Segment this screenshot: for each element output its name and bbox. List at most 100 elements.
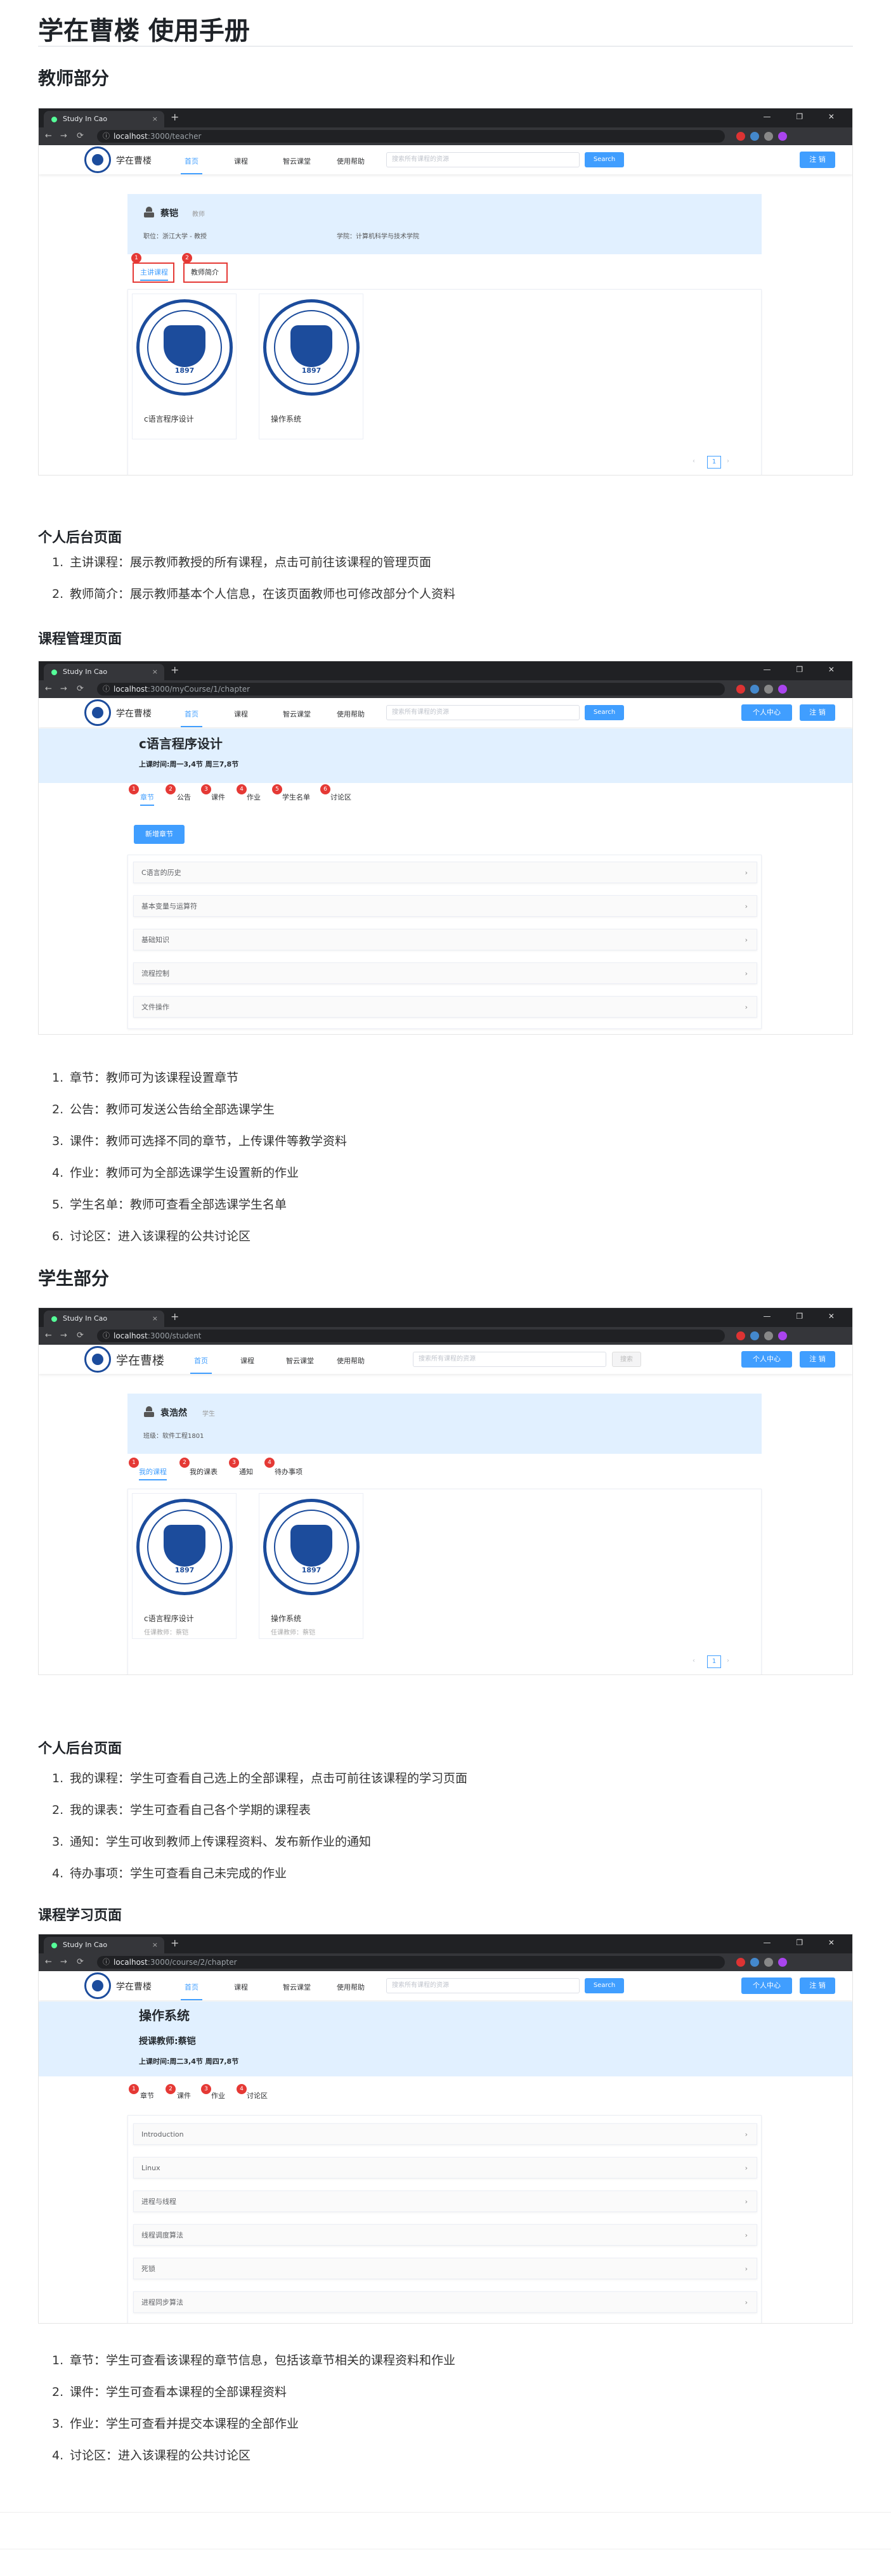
tab-todo[interactable]: 待办事项 xyxy=(275,1466,302,1477)
browser-tab[interactable]: Study In Cao × xyxy=(44,111,164,127)
course-card[interactable]: 1897 c语言程序设计 任课教师：蔡铠 xyxy=(132,1493,237,1639)
search-input[interactable]: 搜索所有课程的资源 xyxy=(413,1352,606,1367)
nav-home[interactable]: 首页 xyxy=(181,709,202,727)
nav-help[interactable]: 使用帮助 xyxy=(337,709,365,719)
forward-icon[interactable]: → xyxy=(60,684,67,694)
address-bar[interactable]: ⓘ localhost:3000/teacher xyxy=(97,130,725,143)
page-number-button[interactable]: 1 xyxy=(707,456,721,469)
personal-center-button[interactable]: 个人中心 xyxy=(741,1351,792,1368)
close-tab-icon[interactable]: × xyxy=(152,1937,158,1953)
search-input[interactable]: 搜索所有课程的资源 xyxy=(386,1978,580,1993)
chapter-item[interactable]: 流程控制 › xyxy=(133,962,757,984)
close-tab-icon[interactable]: × xyxy=(152,664,158,680)
nav-help[interactable]: 使用帮助 xyxy=(337,1356,365,1366)
address-bar[interactable]: ⓘ localhost:3000/course/2/chapter xyxy=(97,1956,725,1969)
brand-name[interactable]: 学在曹楼 xyxy=(116,707,152,720)
search-input[interactable]: 搜索所有课程的资源 xyxy=(386,705,580,720)
back-icon[interactable]: ← xyxy=(45,131,52,141)
logout-button[interactable]: 注 销 xyxy=(800,152,835,168)
chapter-item[interactable]: 基本变量与运算符 › xyxy=(133,895,757,917)
brand-name[interactable]: 学在曹楼 xyxy=(116,1980,152,1993)
extension-icon[interactable] xyxy=(736,1331,745,1340)
tab-courseware[interactable]: 课件 xyxy=(177,2090,191,2100)
nav-smart-classroom[interactable]: 智云课堂 xyxy=(283,709,311,719)
new-tab-icon[interactable]: + xyxy=(171,1311,179,1323)
extension-icon[interactable] xyxy=(736,685,745,694)
tab-my-timetable[interactable]: 我的课表 xyxy=(190,1466,218,1477)
logo-icon[interactable] xyxy=(84,1972,111,1999)
course-card[interactable]: 1897 c语言程序设计 xyxy=(132,294,237,439)
personal-center-button[interactable]: 个人中心 xyxy=(741,1977,792,1994)
logout-button[interactable]: 注 销 xyxy=(800,1351,835,1368)
next-page-button[interactable]: › xyxy=(727,1657,729,1664)
prev-page-button[interactable]: ‹ xyxy=(693,1657,695,1664)
page-number-button[interactable]: 1 xyxy=(707,1655,721,1668)
extension-icon[interactable] xyxy=(764,1331,773,1340)
chapter-item[interactable]: Introduction › xyxy=(133,2123,757,2145)
extension-icon[interactable] xyxy=(750,1331,759,1340)
back-icon[interactable]: ← xyxy=(45,1331,52,1340)
search-button[interactable]: Search xyxy=(585,705,624,720)
tab-notifications[interactable]: 通知 xyxy=(239,1466,253,1477)
search-button[interactable]: 搜索 xyxy=(612,1352,641,1367)
nav-courses[interactable]: 课程 xyxy=(240,1356,254,1366)
logo-icon[interactable] xyxy=(84,146,111,173)
chapter-item[interactable]: C语言的历史 › xyxy=(133,862,757,883)
profile-avatar[interactable] xyxy=(778,132,787,141)
browser-tab[interactable]: Study In Cao × xyxy=(44,664,164,680)
reload-icon[interactable]: ⟳ xyxy=(77,1331,84,1340)
extension-icon[interactable] xyxy=(764,1958,773,1967)
personal-center-button[interactable]: 个人中心 xyxy=(741,704,792,721)
window-controls[interactable]: — ❐ ✕ xyxy=(764,1312,846,1321)
forward-icon[interactable]: → xyxy=(60,131,67,141)
reload-icon[interactable]: ⟳ xyxy=(77,1957,84,1967)
forward-icon[interactable]: → xyxy=(60,1331,67,1340)
chapter-item[interactable]: 进程与线程 › xyxy=(133,2191,757,2212)
tab-courseware[interactable]: 课件 xyxy=(211,792,225,802)
tab-student-list[interactable]: 学生名单 xyxy=(282,792,310,802)
tab-chapters[interactable]: 章节 xyxy=(140,792,154,806)
chapter-item[interactable]: 线程调度算法 › xyxy=(133,2224,757,2246)
tab-homework[interactable]: 作业 xyxy=(211,2090,225,2100)
nav-courses[interactable]: 课程 xyxy=(234,709,248,719)
nav-home[interactable]: 首页 xyxy=(181,156,202,174)
logo-icon[interactable] xyxy=(84,1346,111,1373)
search-button[interactable]: Search xyxy=(585,152,624,167)
extension-icon[interactable] xyxy=(764,685,773,694)
tab-discussion[interactable]: 讨论区 xyxy=(330,792,351,802)
window-controls[interactable]: — ❐ ✕ xyxy=(764,112,846,121)
reload-icon[interactable]: ⟳ xyxy=(77,684,84,694)
browser-tab[interactable]: Study In Cao × xyxy=(44,1311,164,1327)
nav-smart-classroom[interactable]: 智云课堂 xyxy=(286,1356,314,1366)
address-bar[interactable]: ⓘ localhost:3000/student xyxy=(97,1330,725,1342)
logo-icon[interactable] xyxy=(84,699,111,726)
nav-smart-classroom[interactable]: 智云课堂 xyxy=(283,156,311,166)
forward-icon[interactable]: → xyxy=(60,1957,67,1967)
chapter-item[interactable]: 死锁 › xyxy=(133,2258,757,2279)
extension-icon[interactable] xyxy=(764,132,773,141)
tab-chapters[interactable]: 章节 xyxy=(140,2090,154,2100)
logout-button[interactable]: 注 销 xyxy=(800,704,835,721)
nav-help[interactable]: 使用帮助 xyxy=(337,156,365,166)
nav-courses[interactable]: 课程 xyxy=(234,156,248,166)
chapter-item[interactable]: 基础知识 › xyxy=(133,929,757,950)
new-tab-icon[interactable]: + xyxy=(171,664,179,676)
nav-home[interactable]: 首页 xyxy=(181,1982,202,2000)
add-chapter-button[interactable]: 新增章节 xyxy=(134,825,185,844)
chapter-item[interactable]: 文件操作 › xyxy=(133,996,757,1018)
tab-my-courses[interactable]: 我的课程 xyxy=(139,1466,167,1480)
extension-icon[interactable] xyxy=(750,1958,759,1967)
nav-smart-classroom[interactable]: 智云课堂 xyxy=(283,1982,311,1992)
address-bar[interactable]: ⓘ localhost:3000/myCourse/1/chapter xyxy=(97,683,725,696)
window-controls[interactable]: — ❐ ✕ xyxy=(764,665,846,674)
course-card[interactable]: 1897 操作系统 任课教师：蔡铠 xyxy=(259,1493,363,1639)
extension-icon[interactable] xyxy=(750,685,759,694)
browser-tab[interactable]: Study In Cao × xyxy=(44,1937,164,1953)
nav-courses[interactable]: 课程 xyxy=(234,1982,248,1992)
nav-help[interactable]: 使用帮助 xyxy=(337,1982,365,1992)
tab-homework[interactable]: 作业 xyxy=(247,792,261,802)
new-tab-icon[interactable]: + xyxy=(171,111,179,123)
logout-button[interactable]: 注 销 xyxy=(800,1977,835,1994)
nav-home[interactable]: 首页 xyxy=(190,1356,212,1374)
window-controls[interactable]: — ❐ ✕ xyxy=(764,1938,846,1947)
